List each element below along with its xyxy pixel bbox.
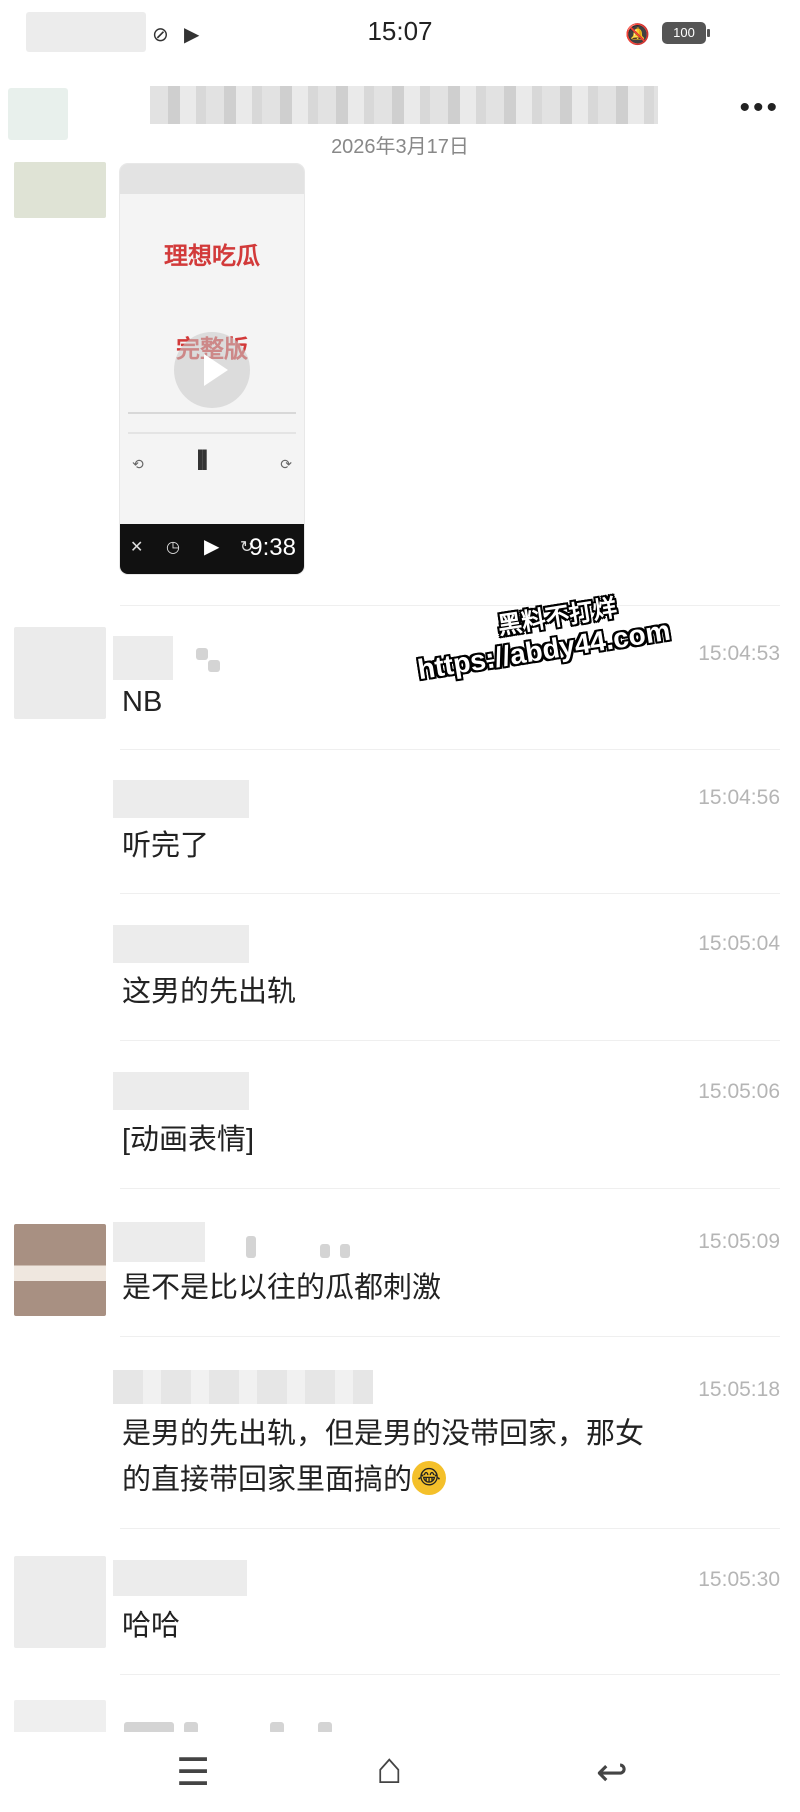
navigation-bar: ☰ ⌂ ↩ [0, 1732, 800, 1812]
message-text: 这男的先出轨 [122, 976, 297, 1008]
sender-tag-blur [340, 1244, 350, 1258]
message-text: NB [122, 686, 163, 718]
message-time: 15:05:06 [698, 1080, 780, 1103]
avatar[interactable] [14, 162, 106, 218]
play-icon[interactable] [174, 332, 250, 408]
message-text-line2: 的直接带回家里面搞的 😂 [122, 1458, 447, 1502]
message-divider [120, 893, 780, 894]
watermark: 黑料不打烊 https://abdy44.com [410, 580, 673, 686]
video-title-line1: 理想吃瓜 [164, 243, 260, 270]
video-top-bar [120, 164, 304, 194]
progress-line [128, 412, 296, 414]
sender-name [113, 1222, 205, 1262]
video-message[interactable]: 理想吃瓜 完整版 II ⟲ ⟳ ✕ ◷ ▶ ↻ 9:38 [120, 164, 304, 574]
message-text: 听完了 [122, 830, 210, 862]
message-time: 15:05:09 [698, 1230, 780, 1253]
timer-icon: ◷ [166, 539, 180, 556]
sender-name [113, 780, 249, 818]
message-time: 15:05:18 [698, 1378, 780, 1401]
message-divider [120, 605, 780, 606]
message-text: [动画表情] [122, 1124, 255, 1156]
sender-name [113, 1072, 249, 1110]
message-divider [120, 1674, 780, 1675]
message-divider [120, 1336, 780, 1337]
message-text: 是不是比以往的瓜都刺激 [122, 1272, 442, 1304]
sender-name [113, 925, 249, 963]
back-icon[interactable]: ↩ [596, 1750, 628, 1795]
message-text-cont: 的直接带回家里面搞的 [122, 1464, 413, 1496]
message-divider [120, 1528, 780, 1529]
sender-name [113, 1560, 247, 1596]
avatar[interactable] [14, 1224, 106, 1316]
date-separator: 2026年3月17日 [331, 136, 469, 158]
video-duration: 9:38 [249, 534, 296, 561]
home-icon[interactable]: ⌂ [376, 1744, 403, 1794]
divider-line [128, 432, 296, 434]
bell-mute-icon: 🔕 [625, 24, 650, 46]
menu-icon[interactable]: ☰ [176, 1750, 210, 1795]
message-time: 15:05:04 [698, 932, 780, 955]
video-control-bar: ✕ ◷ ▶ ↻ 9:38 [120, 524, 304, 574]
sender-tag-blur [320, 1244, 330, 1258]
play-small-icon: ▶ [204, 536, 220, 558]
avatar[interactable] [14, 627, 106, 719]
message-time: 15:04:56 [698, 786, 780, 809]
message-divider [120, 749, 780, 750]
sender-name [113, 1370, 373, 1404]
chat-title [150, 86, 658, 124]
message-text: 是男的先出轨，但是男的没带回家，那女 [122, 1418, 645, 1450]
forward-icon: ⟳ [280, 456, 292, 472]
avatar[interactable] [14, 1556, 106, 1648]
sender-tag-blur [196, 648, 208, 660]
pause-icon: II [196, 444, 209, 477]
laugh-cry-emoji-icon: 😂 [412, 1461, 447, 1496]
message-divider [120, 1040, 780, 1041]
sender-name [113, 636, 173, 680]
message-text: 哈哈 [122, 1610, 181, 1642]
message-time: 15:05:30 [698, 1568, 780, 1591]
replay-icon: ⟲ [132, 456, 144, 472]
sender-tag-blur [246, 1236, 256, 1258]
message-time: 15:04:53 [698, 642, 780, 665]
status-bar: ⊘ ▶ 15:07 🔕 100 [0, 0, 800, 64]
battery-icon: 100 [662, 22, 710, 44]
sender-tag-blur [208, 660, 220, 672]
message-divider [120, 1188, 780, 1189]
close-icon: ✕ [130, 539, 144, 556]
more-button[interactable]: ••• [739, 93, 780, 123]
